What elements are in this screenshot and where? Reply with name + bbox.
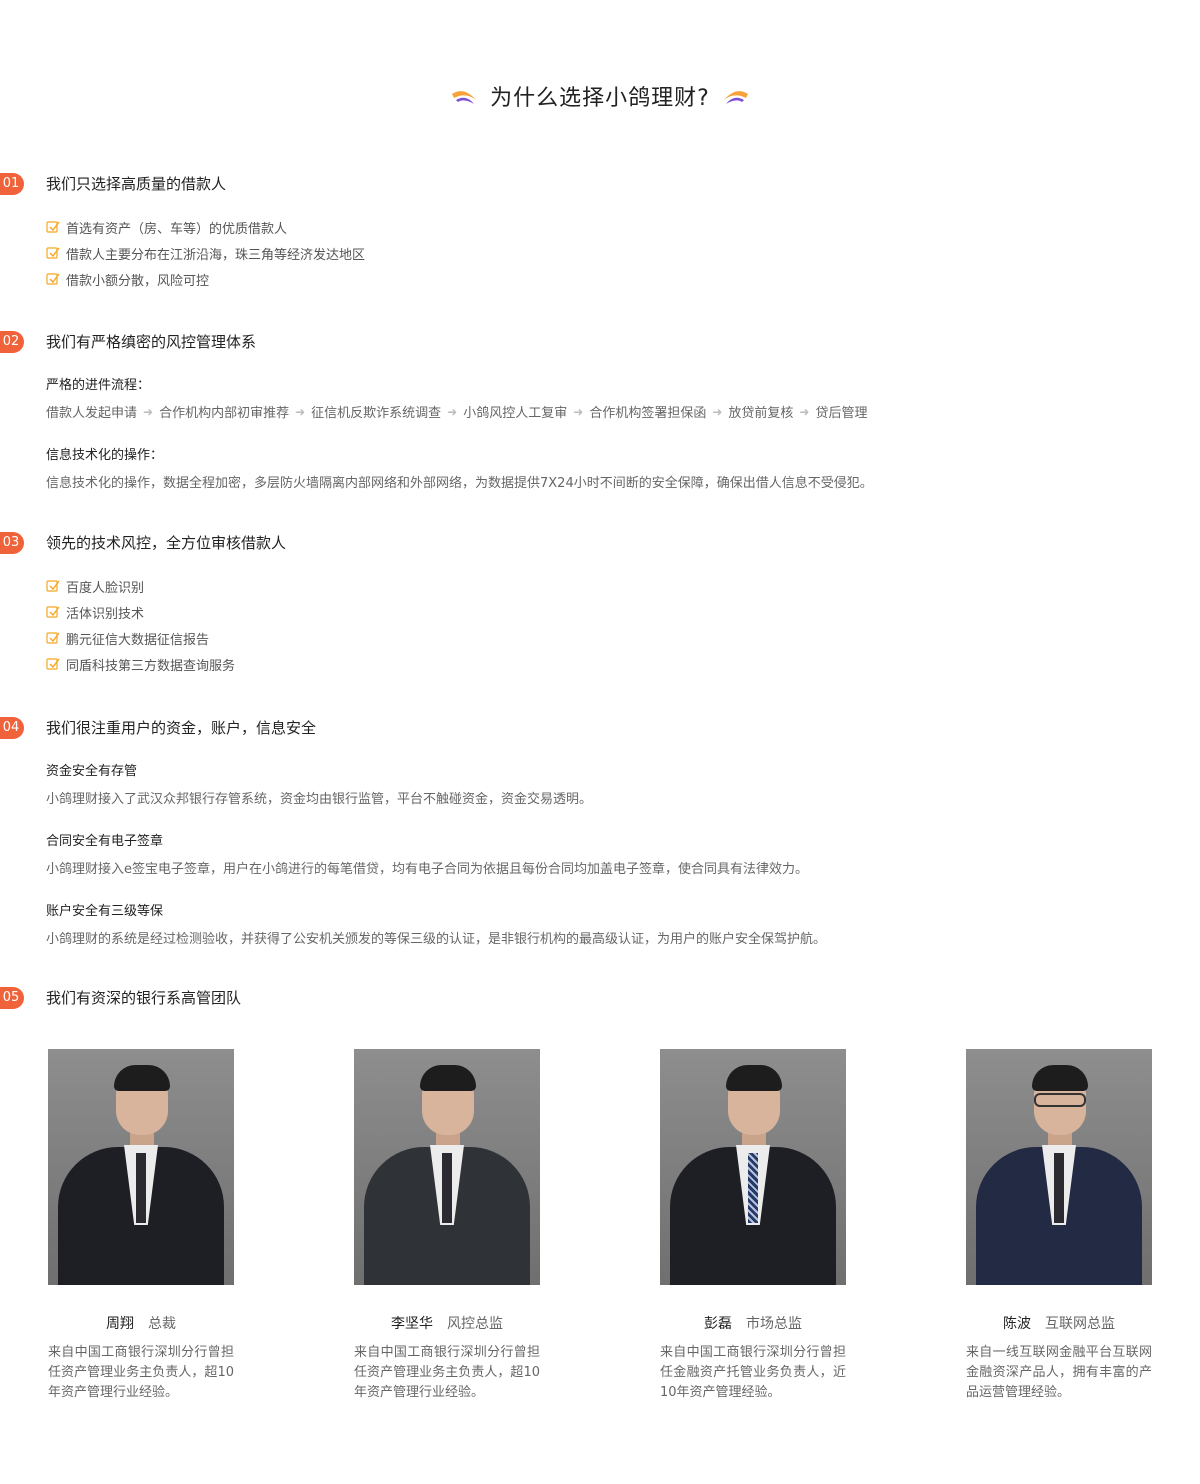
process-flow: 借款人发起申请 ➜ 合作机构内部初审推荐 ➜ 征信机反欺诈系统调查 ➜ 小鸽风控… (46, 402, 868, 422)
arrow-right-icon: ➜ (447, 404, 458, 419)
check-icon (46, 580, 60, 592)
check-icon (46, 221, 60, 233)
check-icon (46, 273, 60, 285)
block-title: 账户安全有三级等保 (46, 904, 164, 919)
block-title: 资金安全有存管 (46, 764, 138, 779)
process-step: 合作机构内部初审推荐 (159, 406, 290, 421)
list-item-text: 活体识别技术 (66, 606, 145, 622)
section-02: 02 我们有严格缜密的风控管理体系 严格的进件流程： 借款人发起申请 ➜ 合作机… (0, 331, 1200, 491)
team-list: 周翔 总裁 来自中国工商银行深圳分行曾担任资产管理业务主负责人，超10年资产管理行… (48, 1049, 1152, 1403)
member-bio: 来自一线互联网金融平台互联网金融资深产品人，拥有丰富的产品运营管理经验。 (966, 1345, 1152, 1400)
process-step: 合作机构签署担保函 (589, 406, 707, 421)
process-step: 征信机反欺诈系统调查 (311, 406, 442, 421)
block-text: 小鸽理财接入了武汉众邦银行存管系统，资金均由银行监管，平台不触碰资金，资金交易透… (46, 792, 593, 807)
check-icon (46, 247, 60, 259)
member-name: 彭磊 (704, 1316, 732, 1332)
check-icon (46, 632, 60, 644)
arrow-right-icon: ➜ (295, 404, 306, 419)
list-item-text: 首选有资产（房、车等）的优质借款人 (66, 221, 288, 237)
list-item: 活体识别技术 (46, 599, 235, 625)
tech-text: 信息技术化的操作，数据全程加密，多层防火墙隔离内部网络和外部网络，为数据提供7X… (46, 476, 873, 491)
section-05: 05 我们有资深的银行系高管团队 (0, 987, 1200, 1011)
process-step: 小鸽风控人工复审 (463, 406, 568, 421)
member-bio: 来自中国工商银行深圳分行曾担任金融资产托管业务负责人，近10年资产管理经验。 (660, 1345, 846, 1400)
section-number: 01 (0, 173, 24, 195)
section-number: 02 (0, 331, 24, 353)
member-role: 市场总监 (746, 1316, 802, 1332)
section-title: 我们很注重用户的资金，账户，信息安全 (46, 719, 317, 737)
team-member: 周翔 总裁 来自中国工商银行深圳分行曾担任资产管理业务主负责人，超10年资产管理行… (48, 1049, 234, 1403)
page-header: 为什么选择小鸽理财? (0, 80, 1200, 112)
list-item-text: 鹏元征信大数据征信报告 (66, 632, 210, 648)
block-text: 小鸽理财的系统是经过检测验收，并获得了公安机关颁发的等保三级的认证，是非银行机构… (46, 932, 827, 947)
process-step: 贷后管理 (815, 406, 868, 421)
section-01: 01 我们只选择高质量的借款人 首选有资产（房、车等）的优质借款人 借款人主要分… (0, 173, 1200, 289)
member-photo (966, 1049, 1152, 1285)
list-item-text: 借款小额分散，风险可控 (66, 273, 210, 289)
member-name: 周翔 (106, 1316, 134, 1332)
member-photo (48, 1049, 234, 1285)
section-04: 04 我们很注重用户的资金，账户，信息安全 资金安全有存管 小鸽理财接入了武汉众… (0, 717, 1200, 947)
process-step: 放贷前复核 (728, 406, 794, 421)
team-member: 彭磊 市场总监 来自中国工商银行深圳分行曾担任金融资产托管业务负责人，近10年资产… (660, 1049, 846, 1403)
block-title: 合同安全有电子签章 (46, 834, 164, 849)
member-bio: 来自中国工商银行深圳分行曾担任资产管理业务主负责人，超10年资产管理行业经验。 (48, 1345, 234, 1400)
section-title: 我们有严格缜密的风控管理体系 (46, 333, 257, 351)
member-photo (354, 1049, 540, 1285)
page-title: 为什么选择小鸽理财? (490, 86, 710, 111)
list-item-text: 借款人主要分布在江浙沿海，珠三角等经济发达地区 (66, 247, 366, 263)
arrow-right-icon: ➜ (143, 404, 154, 419)
member-photo (660, 1049, 846, 1285)
member-role: 总裁 (148, 1316, 176, 1332)
arrow-right-icon: ➜ (573, 404, 584, 419)
feature-list: 首选有资产（房、车等）的优质借款人 借款人主要分布在江浙沿海，珠三角等经济发达地… (46, 214, 365, 292)
section-number: 03 (0, 532, 24, 554)
member-bio: 来自中国工商银行深圳分行曾担任资产管理业务主负责人，超10年资产管理行业经验。 (354, 1345, 540, 1400)
member-name: 陈波 (1003, 1316, 1031, 1332)
feature-list: 百度人脸识别 活体识别技术 鹏元征信大数据征信报告 同盾科技第三方数据查询服务 (46, 573, 235, 677)
left-wing-icon (452, 91, 477, 104)
list-item-text: 百度人脸识别 (66, 580, 145, 596)
list-item: 同盾科技第三方数据查询服务 (46, 651, 235, 677)
section-title: 领先的技术风控，全方位审核借款人 (46, 534, 287, 552)
section-number: 05 (0, 987, 24, 1009)
member-name: 李坚华 (391, 1316, 433, 1332)
block-text: 小鸽理财接入e签宝电子签章，用户在小鸽进行的每笔借贷，均有电子合同为依据且每份合… (46, 862, 808, 877)
right-wing-icon (723, 91, 748, 104)
list-item: 借款人主要分布在江浙沿海，珠三角等经济发达地区 (46, 240, 365, 266)
section-number: 04 (0, 717, 24, 739)
tech-title: 信息技术化的操作： (46, 448, 164, 463)
check-icon (46, 658, 60, 670)
section-03: 03 领先的技术风控，全方位审核借款人 百度人脸识别 活体识别技术 鹏元征信大数… (0, 532, 1200, 674)
team-member: 李坚华 风控总监 来自中国工商银行深圳分行曾担任资产管理业务主负责人，超10年资产… (354, 1049, 540, 1403)
list-item: 首选有资产（房、车等）的优质借款人 (46, 214, 365, 240)
arrow-right-icon: ➜ (712, 404, 723, 419)
list-item: 百度人脸识别 (46, 573, 235, 599)
arrow-right-icon: ➜ (799, 404, 810, 419)
process-step: 借款人发起申请 (46, 406, 138, 421)
list-item-text: 同盾科技第三方数据查询服务 (66, 658, 236, 674)
list-item: 鹏元征信大数据征信报告 (46, 625, 235, 651)
member-role: 风控总监 (447, 1316, 503, 1332)
section-title: 我们只选择高质量的借款人 (46, 175, 227, 193)
process-title: 严格的进件流程： (46, 378, 151, 393)
member-role: 互联网总监 (1045, 1316, 1115, 1332)
section-title: 我们有资深的银行系高管团队 (46, 989, 242, 1007)
team-member: 陈波 互联网总监 来自一线互联网金融平台互联网金融资深产品人，拥有丰富的产品运营管… (966, 1049, 1152, 1403)
list-item: 借款小额分散，风险可控 (46, 266, 365, 292)
check-icon (46, 606, 60, 618)
